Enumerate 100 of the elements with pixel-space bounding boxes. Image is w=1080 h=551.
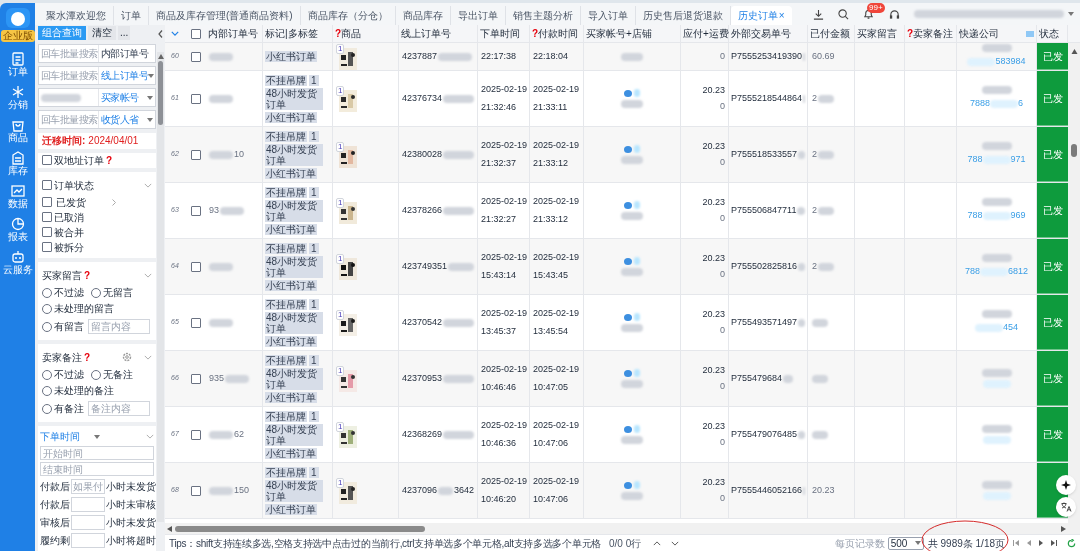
chevron-up-icon[interactable] bbox=[653, 540, 662, 546]
radio-label[interactable]: 未处理的留言 bbox=[54, 301, 114, 316]
scrollbar[interactable] bbox=[157, 52, 164, 522]
column-header[interactable]: 快递公司 bbox=[959, 26, 999, 41]
checkbox[interactable] bbox=[190, 261, 201, 272]
checkbox-label[interactable]: 订单状态 bbox=[54, 177, 94, 193]
checkbox[interactable] bbox=[190, 28, 201, 39]
checkbox[interactable] bbox=[190, 93, 201, 104]
collapse-icon[interactable] bbox=[158, 30, 163, 38]
checkbox[interactable] bbox=[42, 212, 52, 222]
search-field[interactable]: 回车批量搜索 bbox=[41, 112, 99, 127]
radio-label[interactable]: 无备注 bbox=[103, 367, 133, 382]
nav-item[interactable]: 分销 bbox=[7, 81, 28, 114]
radio-label[interactable]: 有备注 bbox=[54, 401, 84, 416]
radio-button[interactable] bbox=[42, 385, 52, 396]
radio-button[interactable] bbox=[42, 369, 52, 380]
radio-label[interactable]: 不过滤 bbox=[54, 367, 84, 382]
bell-icon[interactable] bbox=[863, 8, 874, 20]
checkbox[interactable] bbox=[190, 51, 201, 62]
refresh-icon[interactable] bbox=[1067, 538, 1076, 548]
scrollbar-thumb[interactable] bbox=[175, 525, 425, 532]
checkbox-label[interactable]: 双地址订单 bbox=[54, 152, 104, 168]
checkbox[interactable] bbox=[190, 317, 201, 328]
settings-icon[interactable] bbox=[122, 352, 132, 362]
last-page-icon[interactable] bbox=[1051, 540, 1057, 546]
scroll-right-icon[interactable] bbox=[1061, 525, 1066, 532]
headset-icon[interactable] bbox=[889, 8, 900, 20]
checkbox[interactable] bbox=[190, 485, 201, 496]
first-page-icon[interactable] bbox=[1013, 540, 1019, 546]
radio-button[interactable] bbox=[42, 303, 52, 314]
column-header[interactable]: 付款时间 bbox=[538, 26, 579, 41]
help-mark[interactable]: ? bbox=[84, 349, 91, 365]
time-type-dropdown[interactable]: 下单时间 bbox=[40, 429, 100, 444]
radio-button[interactable] bbox=[42, 403, 52, 414]
search-row[interactable]: 回车批量搜索 内部订单号 bbox=[38, 44, 156, 63]
search-field-label[interactable]: 线上订单号 bbox=[101, 68, 148, 83]
search-field[interactable]: 回车批量搜索 bbox=[41, 46, 99, 61]
search-field[interactable]: 回车批量搜索 bbox=[41, 68, 99, 83]
checkbox[interactable] bbox=[190, 373, 201, 384]
page-size-select[interactable]: 500 bbox=[887, 536, 924, 550]
start-time-field[interactable]: 开始时间 bbox=[40, 446, 154, 460]
hours-field[interactable] bbox=[71, 514, 105, 530]
checkbox[interactable] bbox=[42, 242, 52, 252]
radio-button[interactable] bbox=[42, 287, 52, 298]
checkbox[interactable] bbox=[42, 180, 52, 190]
radio-button[interactable] bbox=[42, 321, 52, 332]
checkbox-label[interactable]: 被拆分 bbox=[54, 239, 84, 255]
checkbox[interactable] bbox=[190, 149, 201, 160]
previous-page-icon[interactable] bbox=[1027, 540, 1031, 546]
search-field-label[interactable]: 买家帐号 bbox=[101, 90, 139, 105]
radio-button[interactable] bbox=[91, 287, 101, 298]
checkbox[interactable] bbox=[42, 227, 52, 237]
checkbox[interactable] bbox=[190, 429, 201, 440]
hours-field[interactable] bbox=[71, 496, 105, 512]
column-header[interactable]: 已付金额 bbox=[810, 26, 850, 41]
search-field-label[interactable]: 内部订单号 bbox=[101, 46, 148, 61]
checkbox[interactable] bbox=[42, 197, 52, 207]
column-header[interactable]: 内部订单号 bbox=[208, 26, 258, 41]
chevron-right-icon[interactable] bbox=[112, 198, 116, 206]
help-mark[interactable]: ? bbox=[106, 152, 113, 168]
nav-item[interactable]: 库存 bbox=[7, 147, 28, 180]
column-header[interactable]: 线上订单号 bbox=[401, 26, 451, 41]
help-mark[interactable]: ? bbox=[335, 26, 342, 41]
search-input[interactable] bbox=[39, 89, 99, 106]
radio-label[interactable]: 未处理的备注 bbox=[54, 383, 114, 398]
column-header[interactable]: 状态 bbox=[1039, 26, 1059, 41]
scrollbar[interactable] bbox=[1068, 43, 1080, 523]
radio-button[interactable] bbox=[91, 369, 101, 380]
scroll-up-icon[interactable] bbox=[1070, 49, 1078, 54]
column-header[interactable]: 应付+运费 bbox=[683, 26, 729, 41]
column-header[interactable]: 标记|多标签 bbox=[265, 26, 318, 41]
search-row[interactable]: 回车批量搜索 收货人省 bbox=[38, 110, 156, 129]
column-header[interactable]: 卖家备注 bbox=[913, 26, 954, 41]
search-field-label[interactable]: 收货人省 bbox=[101, 112, 139, 127]
download-icon[interactable] bbox=[813, 8, 824, 20]
content-field[interactable]: 留言内容 bbox=[88, 319, 150, 334]
checkbox-label[interactable]: 被合并 bbox=[54, 224, 84, 240]
checkbox-label[interactable]: 已发货 bbox=[56, 194, 86, 210]
nav-item[interactable]: 数据 bbox=[7, 180, 28, 213]
horizontal-scrollbar[interactable] bbox=[165, 523, 1080, 534]
help-mark[interactable]: ? bbox=[907, 26, 914, 41]
help-mark[interactable]: ? bbox=[532, 26, 539, 41]
nav-item[interactable]: 云服务 bbox=[2, 246, 33, 279]
checkbox[interactable] bbox=[190, 205, 201, 216]
end-time-field[interactable]: 结束时间 bbox=[40, 462, 154, 476]
more-button[interactable]: ... bbox=[118, 26, 131, 40]
tab[interactable]: 历史订单× bbox=[730, 6, 792, 25]
column-header[interactable]: 商品 bbox=[341, 26, 362, 41]
column-header[interactable]: 下单时间 bbox=[480, 26, 520, 41]
scroll-left-icon[interactable] bbox=[167, 525, 172, 532]
column-header[interactable]: 买家帐号+店铺 bbox=[586, 26, 652, 41]
column-header[interactable]: 外部交易单号 bbox=[731, 26, 791, 41]
search-row[interactable]: 回车批量搜索 线上订单号 bbox=[38, 66, 156, 85]
clear-button[interactable]: 清空 bbox=[88, 26, 116, 40]
radio-label[interactable]: 无留言 bbox=[103, 285, 133, 300]
checkbox-label[interactable]: 已取消 bbox=[54, 209, 84, 225]
nav-item[interactable]: 商品 bbox=[7, 114, 28, 147]
chevron-down-icon[interactable] bbox=[671, 540, 680, 546]
radio-label[interactable]: 不过滤 bbox=[54, 285, 84, 300]
scrollbar-thumb[interactable] bbox=[158, 61, 163, 125]
